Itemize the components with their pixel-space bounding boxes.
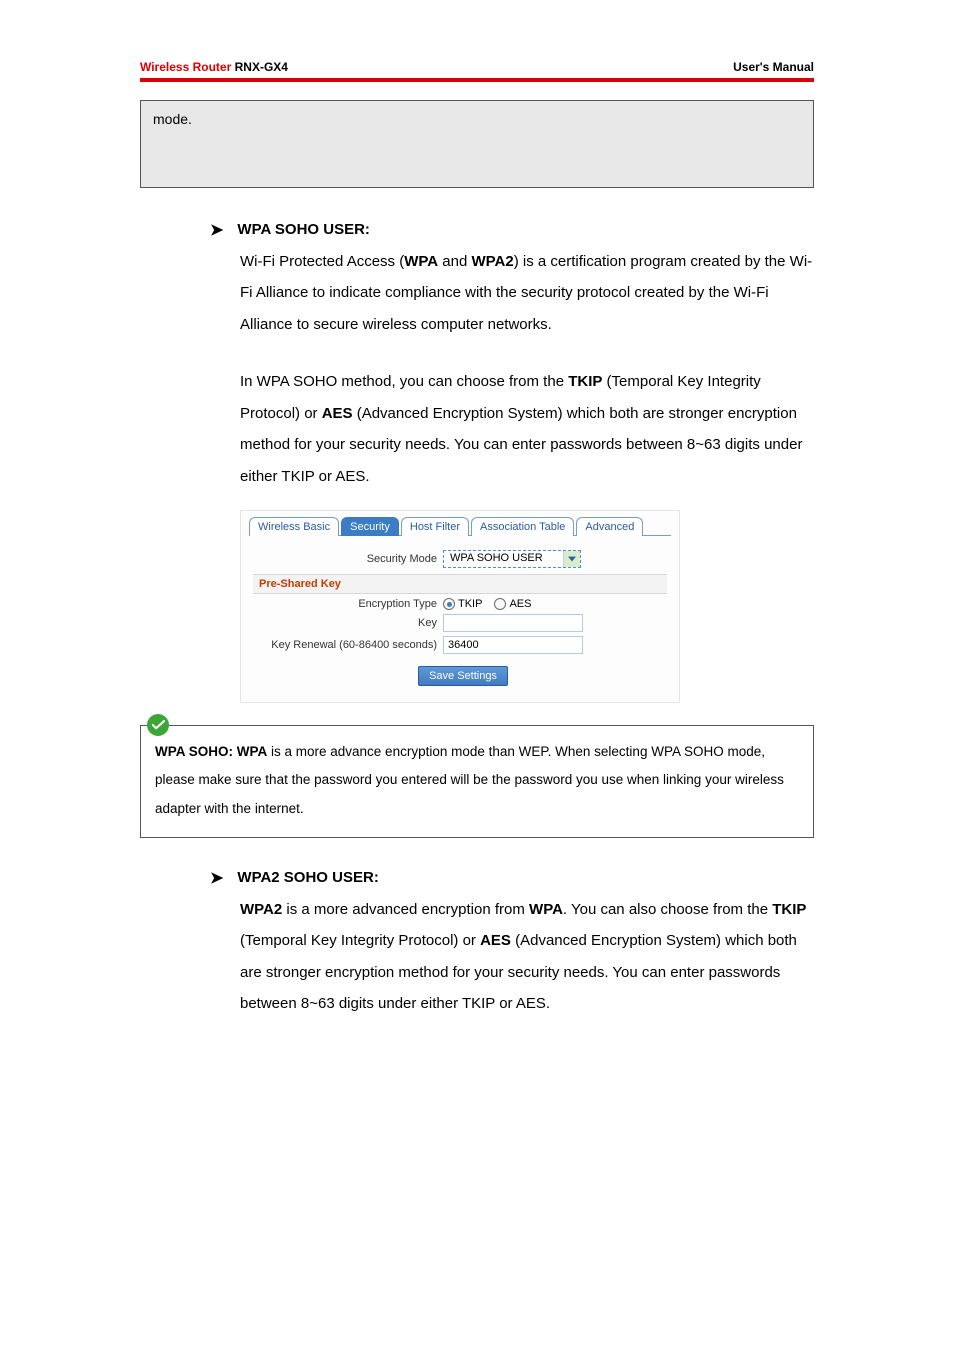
chevron-down-icon	[564, 551, 580, 567]
wpa2-soho-paragraph: WPA2 is a more advanced encryption from …	[240, 894, 814, 1020]
wpa-soho-tip-box: WPA SOHO: WPA is a more advance encrypti…	[140, 725, 814, 838]
router-ui-panel: Wireless Basic Security Host Filter Asso…	[240, 510, 680, 703]
key-renewal-label: Key Renewal (60-86400 seconds)	[253, 639, 443, 651]
aes-label: AES	[509, 598, 531, 610]
encryption-tkip-radio[interactable]: TKIP	[443, 598, 482, 610]
tab-security[interactable]: Security	[341, 517, 399, 536]
doc-header-right: User's Manual	[733, 60, 814, 74]
radio-icon	[494, 598, 506, 610]
key-input[interactable]	[443, 614, 583, 632]
key-renewal-input[interactable]	[443, 636, 583, 654]
doc-header: Wireless Router RNX-GX4 User's Manual	[140, 60, 814, 78]
wpa2-soho-heading: WPA2 SOHO USER:	[237, 866, 378, 890]
encryption-type-label: Encryption Type	[253, 598, 443, 610]
security-mode-select[interactable]: WPA SOHO USER	[443, 550, 581, 568]
tab-association-table[interactable]: Association Table	[471, 517, 574, 536]
page: Wireless Router RNX-GX4 User's Manual mo…	[0, 0, 954, 1100]
mode-note-text: mode.	[153, 111, 192, 127]
mode-note-box: mode.	[140, 100, 814, 188]
wpa-soho-paragraph-1: Wi-Fi Protected Access (WPA and WPA2) is…	[240, 246, 814, 341]
security-mode-label: Security Mode	[253, 553, 443, 565]
wpa-soho-paragraph-2: In WPA SOHO method, you can choose from …	[240, 366, 814, 492]
check-icon	[147, 714, 169, 736]
bullet-arrow-icon: ➤	[210, 866, 223, 892]
tip-bold: WPA SOHO: WPA	[155, 744, 267, 759]
encryption-aes-radio[interactable]: AES	[494, 598, 531, 610]
key-label: Key	[253, 617, 443, 629]
pre-shared-key-heading: Pre-Shared Key	[253, 574, 667, 594]
model-text: RNX-GX4	[235, 60, 288, 74]
wpa-soho-heading: WPA SOHO USER:	[237, 218, 370, 242]
brand-text: Wireless Router	[140, 60, 231, 74]
wpa2-soho-section: ➤ WPA2 SOHO USER: WPA2 is a more advance…	[210, 866, 814, 1020]
security-form: Security Mode WPA SOHO USER Pre-Shared K…	[249, 536, 671, 690]
tab-host-filter[interactable]: Host Filter	[401, 517, 469, 536]
header-divider	[140, 78, 814, 82]
tab-advanced[interactable]: Advanced	[576, 517, 643, 536]
tabs-row: Wireless Basic Security Host Filter Asso…	[249, 517, 671, 536]
bullet-arrow-icon: ➤	[210, 218, 223, 244]
tkip-label: TKIP	[458, 598, 482, 610]
wpa-soho-section: ➤ WPA SOHO USER: Wi-Fi Protected Access …	[210, 218, 814, 703]
radio-icon	[443, 598, 455, 610]
security-mode-value: WPA SOHO USER	[444, 551, 564, 567]
doc-header-left: Wireless Router RNX-GX4	[140, 60, 288, 74]
tab-wireless-basic[interactable]: Wireless Basic	[249, 517, 339, 536]
save-settings-button[interactable]: Save Settings	[418, 666, 508, 686]
